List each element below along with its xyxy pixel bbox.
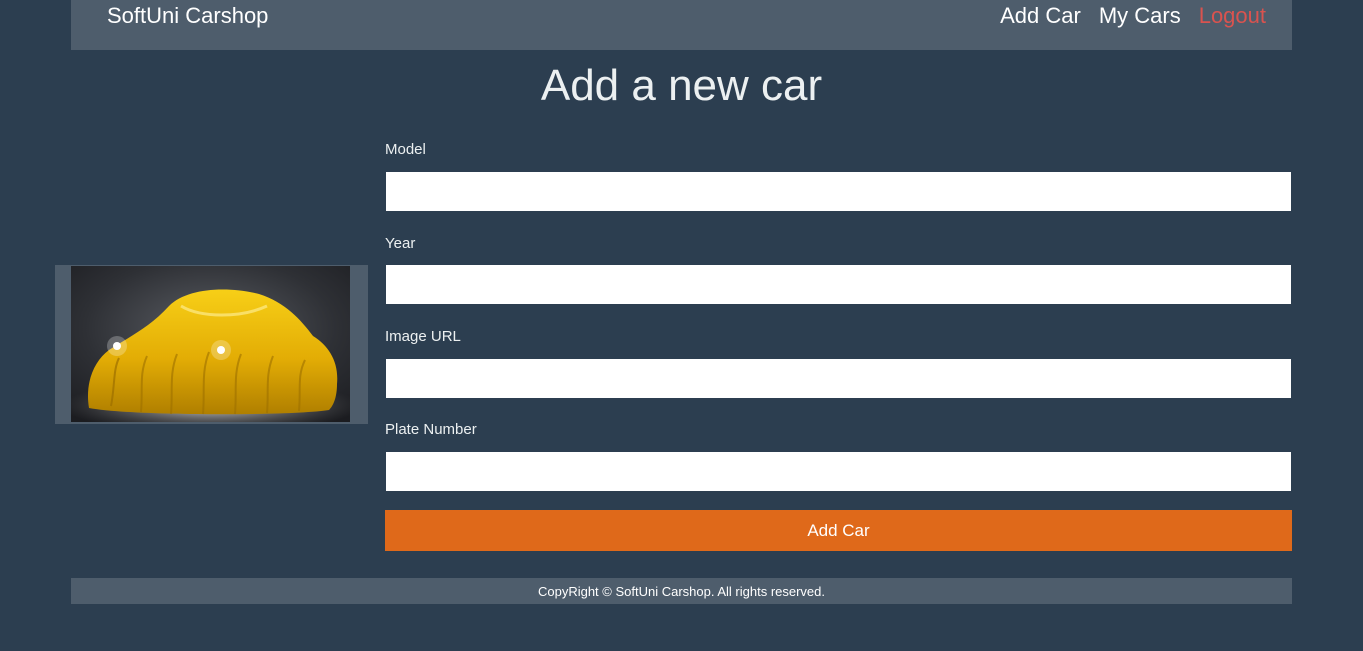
year-label: Year xyxy=(385,235,416,252)
model-input[interactable] xyxy=(385,171,1292,212)
image-url-label: Image URL xyxy=(385,328,461,345)
nav-add-car-link[interactable]: Add Car xyxy=(1000,3,1081,29)
page-title: Add a new car xyxy=(540,61,823,110)
footer-text: CopyRight © SoftUni Carshop. All rights … xyxy=(537,584,826,599)
covered-car-image xyxy=(71,266,350,422)
page: SoftUni Carshop Add Car My Cars Logout A… xyxy=(0,0,1363,651)
nav-links: Add Car My Cars Logout xyxy=(1000,3,1266,29)
plate-number-input[interactable] xyxy=(385,451,1292,492)
plate-number-label: Plate Number xyxy=(385,421,477,438)
footer: CopyRight © SoftUni Carshop. All rights … xyxy=(71,578,1292,604)
model-label: Model xyxy=(385,141,426,158)
add-car-button[interactable]: Add Car xyxy=(385,510,1292,551)
nav-logout-link[interactable]: Logout xyxy=(1199,3,1266,29)
brand-link[interactable]: SoftUni Carshop xyxy=(107,3,268,29)
image-url-input[interactable] xyxy=(385,358,1292,399)
nav-my-cars-link[interactable]: My Cars xyxy=(1099,3,1181,29)
year-input[interactable] xyxy=(385,264,1292,305)
navbar: SoftUni Carshop Add Car My Cars Logout xyxy=(71,0,1292,50)
car-image-panel xyxy=(55,265,368,424)
